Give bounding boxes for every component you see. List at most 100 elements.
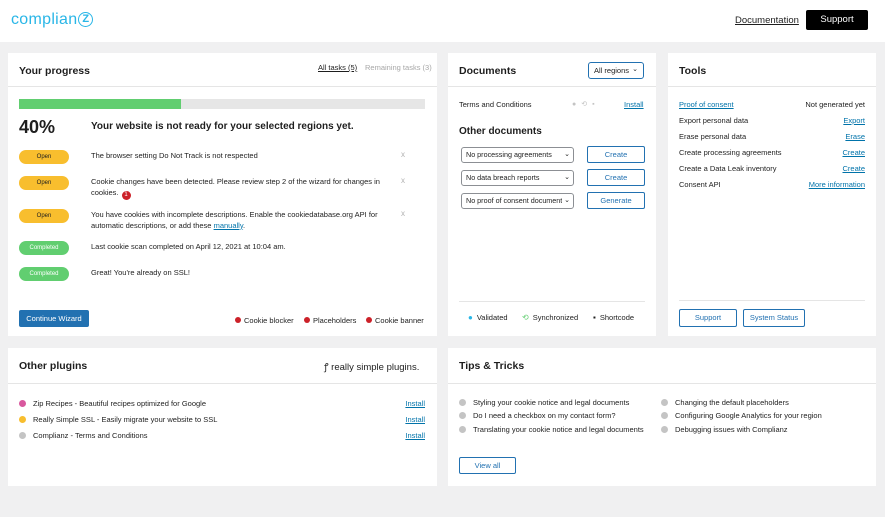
tools-support-button[interactable]: Support: [679, 309, 737, 327]
sync-icon: ⟲: [522, 313, 529, 322]
plugin-install-link[interactable]: Install: [405, 431, 425, 440]
progress-card: Your progress All tasks (5) Remaining ta…: [8, 53, 437, 336]
data-breach-select[interactable]: No data breach reports ⌄: [461, 170, 574, 186]
status-badge: Completed: [19, 241, 69, 255]
validated-dot-icon: ●: [572, 101, 582, 108]
legend-label: Cookie banner: [375, 316, 424, 325]
select-value: No proof of consent documents: [466, 196, 566, 205]
tab-remaining-tasks[interactable]: Remaining tasks (3): [365, 63, 432, 72]
view-all-button[interactable]: View all: [459, 457, 516, 474]
legend-cookie-banner: Cookie banner: [366, 316, 424, 325]
tools-title: Tools: [679, 65, 707, 77]
bullet-icon: [661, 399, 668, 406]
processing-agreements-select[interactable]: No processing agreements ⌄: [461, 147, 574, 163]
more-information-link[interactable]: More information: [809, 180, 865, 189]
tip-item[interactable]: Debugging issues with Complianz: [661, 425, 788, 434]
task-text: Great! You're already on SSL!: [91, 268, 190, 277]
create-processing-link[interactable]: Create: [842, 148, 865, 157]
status-dot-icon: [235, 317, 241, 323]
divider: [679, 300, 865, 301]
continue-wizard-button[interactable]: Continue Wizard: [19, 310, 89, 327]
tip-label: Configuring Google Analytics for your re…: [675, 411, 822, 420]
dismiss-icon[interactable]: x: [401, 176, 405, 185]
tool-value: Not generated yet: [805, 100, 865, 109]
task-text-body: Cookie changes have been detected. Pleas…: [91, 177, 380, 197]
status-badge: Completed: [19, 267, 69, 281]
tip-item[interactable]: Changing the default placeholders: [661, 398, 789, 407]
status-shortcode: ▪ Shortcode: [593, 313, 634, 322]
plugin-dot-icon: [19, 432, 26, 439]
plugin-name: Really Simple SSL - Easily migrate your …: [33, 415, 218, 424]
other-plugins-title: Other plugins: [19, 360, 88, 372]
status-dot-icon: [304, 317, 310, 323]
divider: [448, 86, 656, 87]
terms-install-link[interactable]: Install: [624, 100, 644, 109]
dismiss-icon[interactable]: x: [401, 209, 405, 218]
erase-link[interactable]: Erase: [845, 132, 865, 141]
tab-all-tasks[interactable]: All tasks (5): [318, 63, 357, 72]
tip-label: Translating your cookie notice and legal…: [473, 425, 644, 434]
progress-message: Your website is not ready for your selec…: [91, 121, 354, 132]
chevron-down-icon: ⌄: [562, 148, 570, 162]
really-simple-plugins-logo: ꝭ really simple plugins.: [324, 360, 419, 373]
task-text-end: .: [243, 220, 246, 230]
plugin-name: Zip Recipes - Beautiful recipes optimize…: [33, 399, 206, 408]
create-data-breach-button[interactable]: Create: [587, 169, 645, 186]
divider: [448, 383, 876, 384]
legend-placeholders: Placeholders: [304, 316, 356, 325]
legend-label: Placeholders: [313, 316, 357, 325]
region-select-value: All regions: [594, 66, 630, 75]
terms-conditions-label: Terms and Conditions: [459, 100, 532, 109]
export-link[interactable]: Export: [843, 116, 865, 125]
sync-icon: ⟲: [581, 101, 593, 108]
tool-label: Create processing agreements: [679, 148, 782, 157]
shortcode-icon: ▪: [593, 313, 596, 322]
proof-of-consent-link[interactable]: Proof of consent: [679, 100, 734, 109]
progress-bar: [19, 99, 425, 109]
status-label: Synchronized: [532, 313, 579, 322]
chevron-down-icon: ⌄: [562, 194, 570, 208]
plugin-dot-icon: [19, 416, 26, 423]
task-text: The browser setting Do Not Track is not …: [91, 151, 258, 160]
status-dot-icon: [366, 317, 372, 323]
generate-button[interactable]: Generate: [587, 192, 645, 209]
system-status-button[interactable]: System Status: [743, 309, 805, 327]
shortcode-icon: ▪: [592, 101, 600, 108]
status-badge: Open: [19, 150, 69, 164]
support-button[interactable]: Support: [806, 10, 868, 30]
task-text: Last cookie scan completed on April 12, …: [91, 242, 286, 251]
plugin-install-link[interactable]: Install: [405, 399, 425, 408]
progress-title: Your progress: [19, 65, 90, 77]
legend-label: Cookie blocker: [244, 316, 294, 325]
tip-item[interactable]: Styling your cookie notice and legal doc…: [459, 398, 629, 407]
proof-of-consent-select[interactable]: No proof of consent documents ⌄: [461, 193, 574, 209]
tip-item[interactable]: Configuring Google Analytics for your re…: [661, 411, 822, 420]
task-text: Cookie changes have been detected. Pleas…: [91, 177, 391, 200]
task-text: You have cookies with incomplete descrip…: [91, 210, 391, 231]
progress-bar-fill: [19, 99, 182, 109]
chevron-down-icon: ⌄: [562, 171, 570, 185]
select-value: No processing agreements: [466, 150, 552, 159]
complianz-logo[interactable]: complian Z: [11, 11, 94, 29]
tip-item[interactable]: Do I need a checkbox on my contact form?: [459, 411, 616, 420]
create-data-leak-link[interactable]: Create: [842, 164, 865, 173]
status-badge: Open: [19, 176, 69, 190]
tip-label: Styling your cookie notice and legal doc…: [473, 398, 630, 407]
status-synchronized: ⟲ Synchronized: [522, 313, 578, 322]
document-status-icons: ●⟲▪: [572, 100, 600, 108]
tool-label: Consent API: [679, 180, 721, 189]
documentation-link[interactable]: Documentation: [735, 15, 799, 26]
dismiss-icon[interactable]: x: [401, 150, 405, 159]
region-select[interactable]: All regions ⌄: [588, 62, 644, 79]
create-processing-button[interactable]: Create: [587, 146, 645, 163]
manually-link[interactable]: manually: [214, 221, 243, 230]
plugin-install-link[interactable]: Install: [405, 415, 425, 424]
rsp-brand-text: really simple plugins.: [331, 362, 420, 373]
status-validated: ● Validated: [468, 313, 508, 322]
tip-item[interactable]: Translating your cookie notice and legal…: [459, 425, 644, 434]
bullet-icon: [661, 412, 668, 419]
tools-card: Tools Proof of consent Not generated yet …: [668, 53, 876, 336]
tool-label: Create a Data Leak inventory: [679, 164, 777, 173]
top-bar: complian Z Documentation Support: [0, 0, 885, 42]
tool-label: Erase personal data: [679, 132, 747, 141]
